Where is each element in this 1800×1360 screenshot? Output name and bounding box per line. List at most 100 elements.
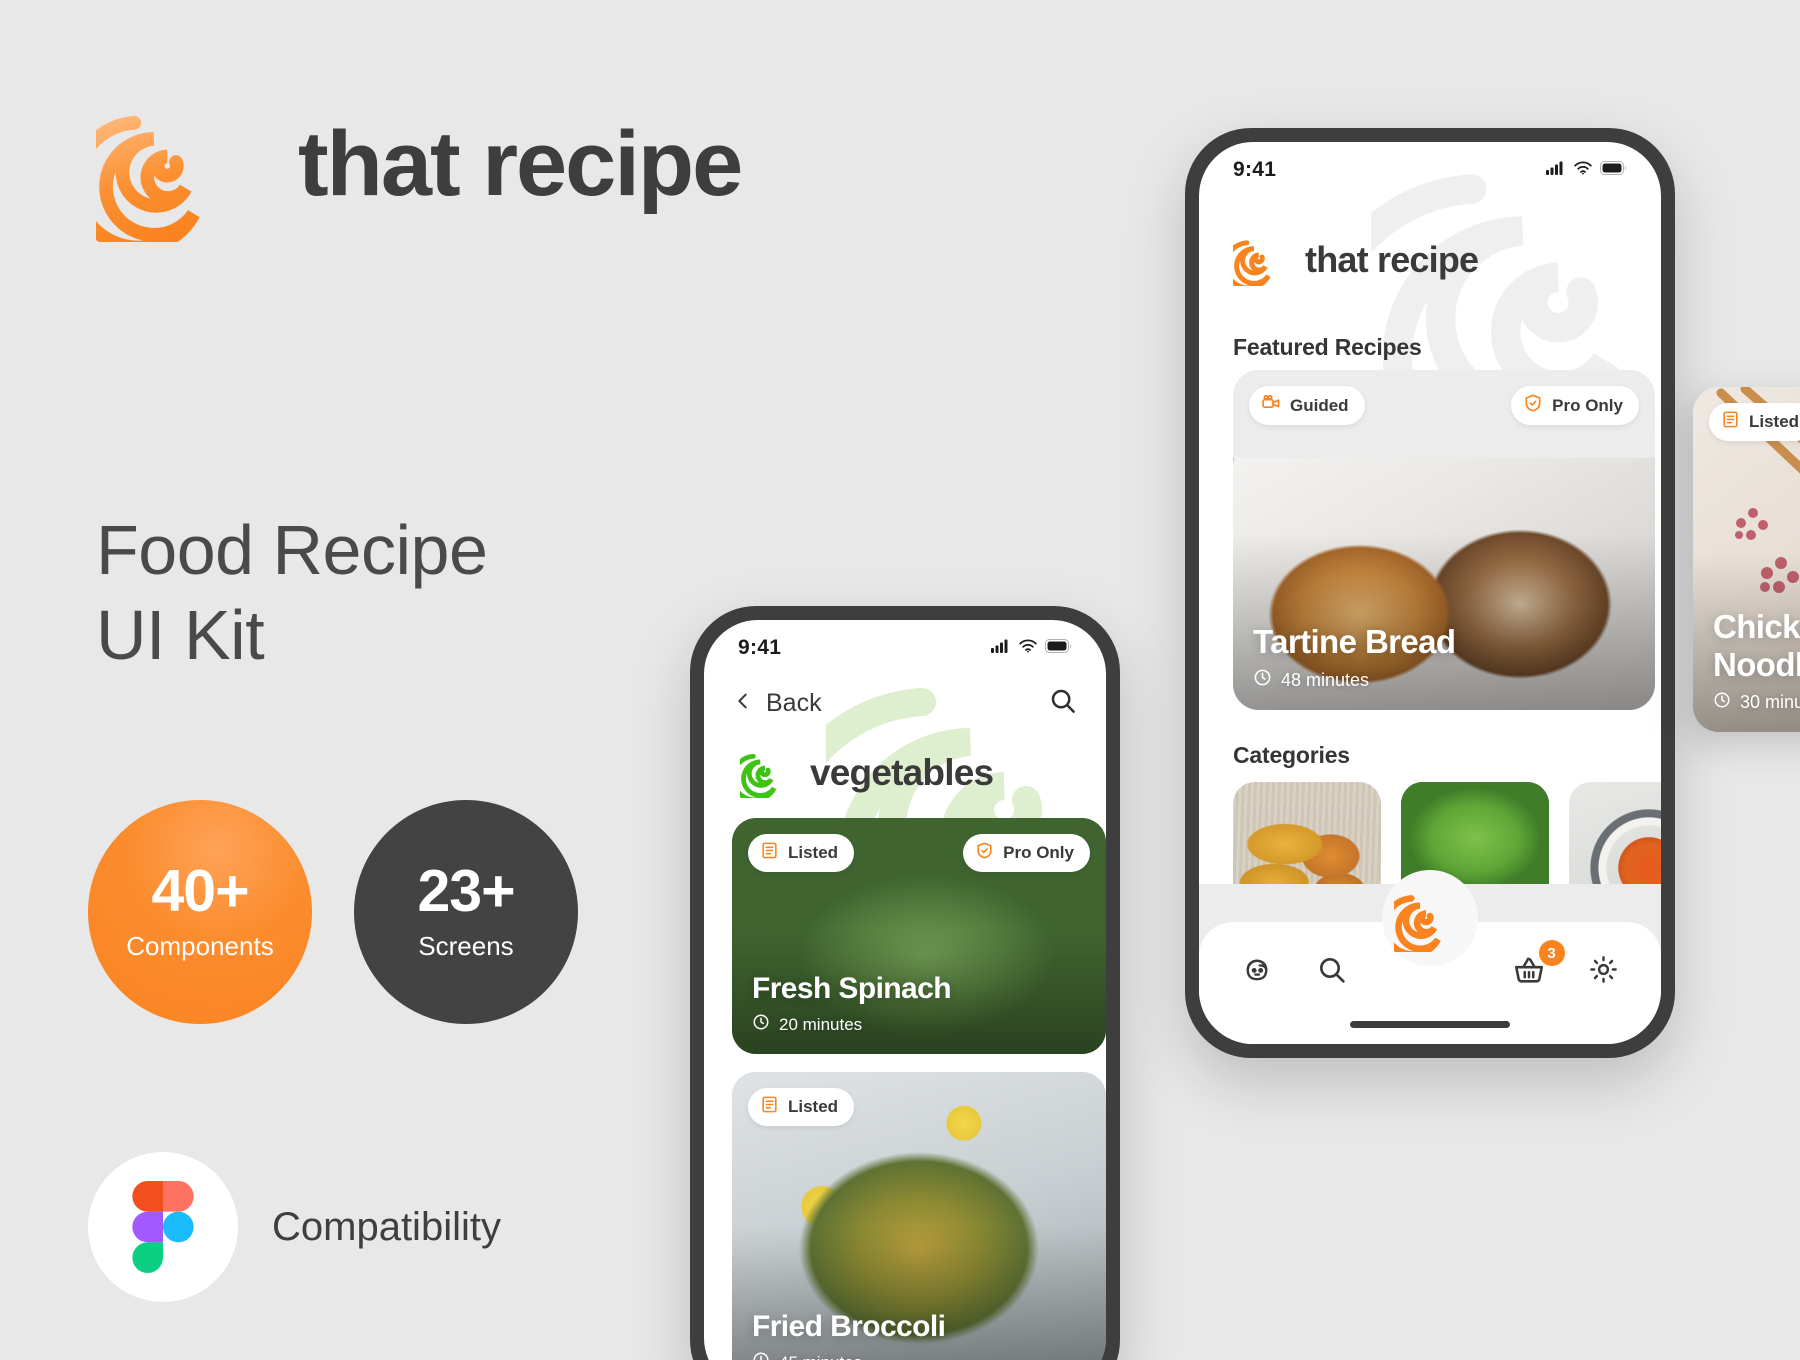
status-icons [991, 638, 1072, 658]
tab-profile[interactable] [1233, 948, 1281, 996]
page-title: Food Recipe UI Kit [96, 508, 488, 679]
status-time: 9:41 [738, 636, 782, 659]
cart-badge: 3 [1538, 940, 1565, 966]
card-footer-broccoli: Fried Broccoli 45 minutes [752, 1310, 946, 1360]
shield-check-icon [1523, 393, 1543, 418]
video-camera-icon [1261, 393, 1281, 418]
stat-screens: 23+ Screens [354, 800, 578, 1024]
stat-screens-label: Screens [418, 931, 514, 961]
featured-section-title: Featured Recipes [1233, 334, 1422, 360]
featured-card-chicken[interactable]: Listed Chicken Noodle 30 minutes [1693, 387, 1800, 732]
battery-full-icon [1045, 638, 1072, 658]
brand-lockup: that recipe [69, 82, 743, 255]
fab-spiral-button[interactable] [1381, 870, 1478, 966]
card-time-tartine: 48 minutes [1253, 668, 1455, 692]
gear-icon [1587, 953, 1620, 991]
user-avatar-icon [1240, 953, 1274, 992]
compatibility-row: Compatibility [88, 1152, 501, 1302]
figma-logo-icon [88, 1152, 238, 1302]
badge-guided-label: Guided [1290, 395, 1349, 415]
card-time-spinach: 20 minutes [752, 1013, 951, 1036]
card-footer-tartine: Tartine Bread 48 minutes [1253, 623, 1456, 692]
card-footer-chicken: Chicken Noodle 30 minutes [1713, 608, 1800, 714]
card-title-tartine: Tartine Bread [1253, 623, 1456, 660]
home-screen: 9:41 that recipe Featured Recipes Guided… [1199, 142, 1661, 1044]
document-list-icon [760, 841, 779, 865]
card-time-chicken: 30 minutes [1713, 691, 1800, 714]
status-bar: 9:41 [1199, 142, 1661, 198]
shield-check-icon [975, 841, 994, 865]
search-icon [1316, 954, 1348, 991]
badge-listed-label: Listed [788, 843, 839, 862]
status-bar: 9:41 [704, 620, 1106, 676]
card-title-spinach: Fresh Spinach [752, 972, 952, 1005]
wifi-icon [1019, 639, 1037, 658]
spiral-logo-icon [1381, 880, 1466, 958]
badge-listed[interactable]: Listed [748, 1088, 855, 1126]
tab-search[interactable] [1308, 948, 1356, 996]
badge-pro-only-label: Pro Only [1003, 843, 1074, 862]
spiral-logo-icon [69, 82, 256, 255]
badge-pro-only-label: Pro Only [1552, 395, 1623, 415]
clock-icon [1713, 691, 1731, 714]
card-time-label-broccoli: 45 minutes [779, 1353, 862, 1360]
clock-icon [1253, 668, 1272, 692]
stat-screens-value: 23+ [417, 858, 515, 924]
stat-components-label: Components [126, 931, 274, 961]
search-icon [1048, 689, 1078, 720]
cellular-signal-icon [1546, 161, 1566, 180]
page-title-line1: Food Recipe [96, 511, 488, 589]
search-button[interactable] [1048, 686, 1078, 721]
phone-category: 9:41 Back vegetables Listed Pro Only Fre… [690, 606, 1120, 1360]
document-list-icon [760, 1095, 779, 1119]
stats-group: 40+ Components 23+ Screens [88, 800, 578, 1024]
stat-components: 40+ Components [88, 800, 312, 1024]
phone-home: 9:41 that recipe Featured Recipes Guided… [1185, 128, 1675, 1058]
nav-bar: Back [732, 686, 1078, 721]
document-list-icon [1721, 410, 1740, 434]
tab-cart[interactable]: 3 [1505, 940, 1565, 996]
app-header: that recipe [1223, 228, 1479, 291]
card-time-label-tartine: 48 minutes [1281, 669, 1370, 690]
categories-section-title: Categories [1233, 742, 1350, 768]
card-time-label-spinach: 20 minutes [779, 1014, 863, 1034]
brand-wordmark: that recipe [298, 113, 743, 215]
category-screen: 9:41 Back vegetables Listed Pro Only Fre… [704, 620, 1106, 1360]
badge-listed-label: Listed [788, 1097, 839, 1116]
recipe-card-fried-broccoli[interactable]: Listed Fried Broccoli 45 minutes [732, 1072, 1106, 1360]
back-button-label: Back [766, 689, 822, 717]
card-title-broccoli: Fried Broccoli [752, 1310, 946, 1343]
featured-card-tartine[interactable]: Guided Pro Only Tartine Bread 48 minutes [1233, 370, 1655, 710]
chevron-left-icon [732, 687, 754, 720]
cellular-signal-icon [991, 639, 1011, 658]
page-title-line2: UI Kit [96, 596, 265, 675]
tab-settings[interactable] [1579, 948, 1627, 996]
badge-listed-label: Listed [1749, 412, 1800, 431]
card-badge-row: Listed [1709, 403, 1800, 441]
badge-guided[interactable]: Guided [1249, 386, 1365, 425]
home-indicator [1350, 1021, 1510, 1028]
stat-components-value: 40+ [151, 858, 249, 924]
status-icons [1546, 160, 1627, 180]
battery-full-icon [1600, 160, 1627, 180]
compatibility-label: Compatibility [272, 1204, 501, 1249]
badge-pro-only[interactable]: Pro Only [1511, 386, 1639, 425]
category-header: vegetables [730, 742, 994, 803]
card-time-label-chicken: 30 minutes [1740, 692, 1800, 712]
app-header-title: that recipe [1305, 238, 1479, 280]
badge-pro-only[interactable]: Pro Only [963, 834, 1090, 872]
card-footer-spinach: Fresh Spinach 20 minutes [752, 972, 952, 1036]
recipe-card-fresh-spinach[interactable]: Listed Pro Only Fresh Spinach 20 minutes [732, 818, 1106, 1054]
card-badge-row: Guided Pro Only [1249, 386, 1639, 425]
card-badge-row: Listed [748, 1088, 1090, 1126]
card-time-broccoli: 45 minutes [752, 1351, 945, 1360]
status-time: 9:41 [1233, 158, 1277, 181]
spiral-logo-green-icon [730, 742, 796, 803]
card-title-chicken: Chicken Noodle [1713, 608, 1800, 683]
badge-listed[interactable]: Listed [1709, 403, 1800, 441]
back-button[interactable]: Back [732, 687, 822, 720]
badge-listed[interactable]: Listed [748, 834, 855, 872]
clock-icon [752, 1351, 770, 1360]
spiral-logo-icon [1223, 228, 1291, 291]
promo-canvas: that recipe Food Recipe UI Kit 40+ Compo… [0, 0, 1800, 1360]
